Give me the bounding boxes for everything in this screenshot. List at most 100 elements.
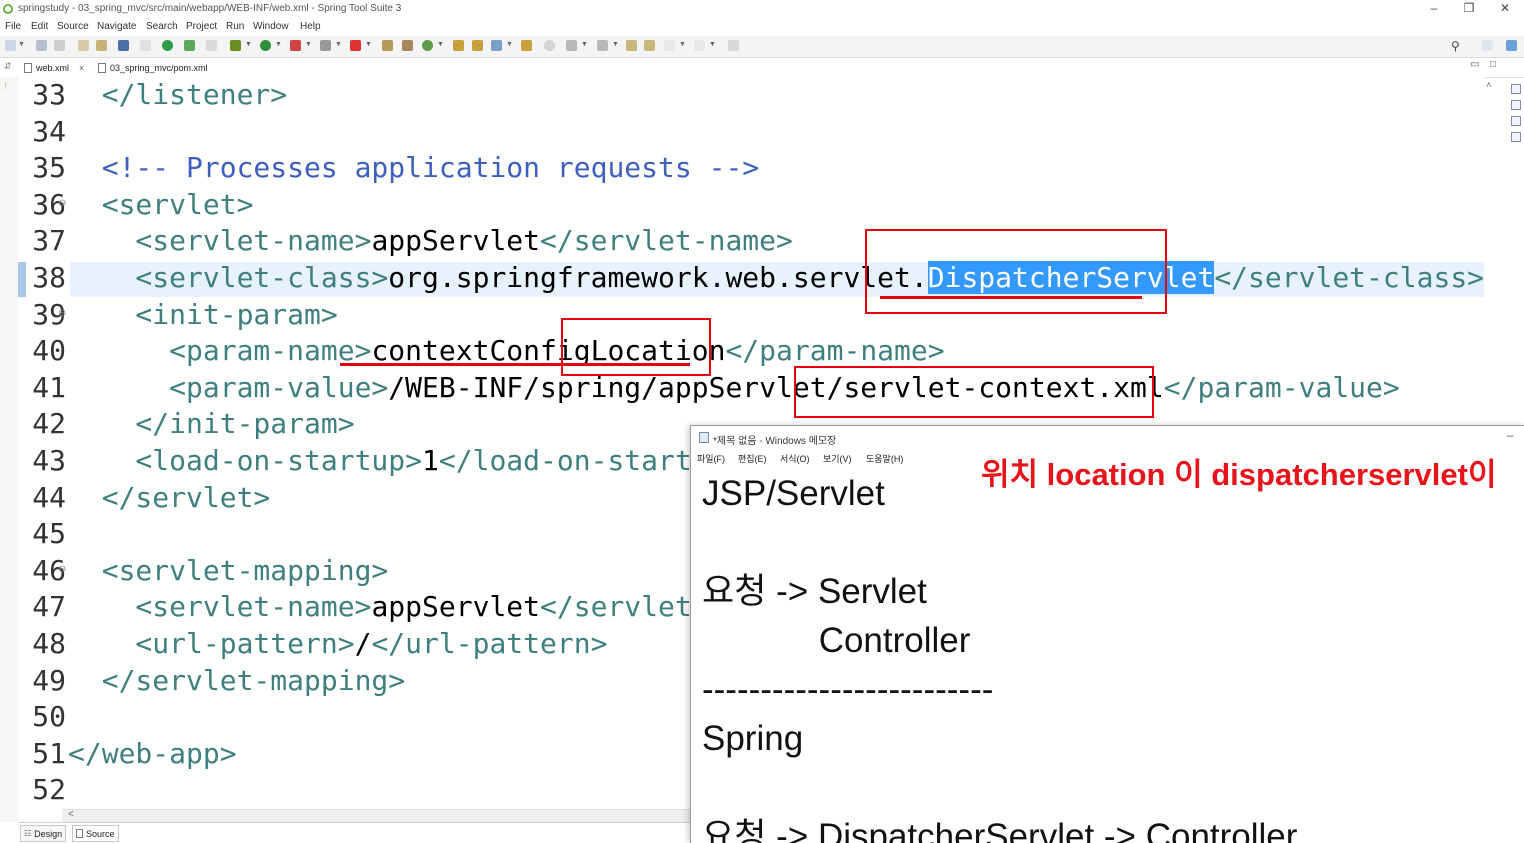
stop-icon[interactable] (320, 40, 331, 51)
back-icon[interactable] (664, 40, 675, 51)
tab-source[interactable]: Source (72, 825, 119, 842)
next-annotation-icon[interactable] (597, 40, 608, 51)
notepad-window[interactable]: *제목 없음 - Windows 메모장 – 파일(F) 편집(E) 서식(O)… (690, 425, 1524, 843)
forward-icon[interactable] (694, 40, 705, 51)
notepad-menu-view[interactable]: 보기(V) (823, 452, 852, 465)
new-class-icon[interactable] (402, 40, 413, 51)
pin-editor-icon[interactable] (728, 40, 739, 51)
search-tool-dropdown-icon[interactable]: ▼ (506, 41, 513, 48)
new-spring-dropdown-icon[interactable]: ▼ (437, 41, 444, 48)
start-server-icon[interactable] (162, 40, 173, 51)
back-dropdown-icon[interactable]: ▼ (679, 41, 686, 48)
external-tools-icon[interactable] (290, 40, 301, 51)
console-icon[interactable] (118, 40, 129, 51)
fold-toggle-icon[interactable]: ⊖ (58, 308, 66, 319)
last-edit-icon[interactable] (626, 40, 637, 51)
xml-tag: <servlet> (68, 187, 254, 221)
forward-edit-icon[interactable] (644, 40, 655, 51)
code-line: 37 <servlet-name>appServlet</servlet-nam… (18, 223, 793, 259)
horizontal-scrollbar[interactable]: ˂ (62, 809, 690, 822)
xml-tag: </param-value> (1163, 370, 1400, 404)
tab-design[interactable]: ☷ Design (20, 825, 67, 842)
refresh-server-icon[interactable] (184, 40, 195, 51)
save-all-icon[interactable] (54, 40, 65, 51)
new-dropdown-icon[interactable]: ▼ (18, 41, 25, 48)
forward-dropdown-icon[interactable]: ▼ (709, 41, 716, 48)
web-browser-icon[interactable] (544, 40, 555, 51)
pin-icon: ⇵ (4, 61, 12, 71)
menu-navigate[interactable]: Navigate (97, 21, 136, 32)
line-number: 44 (32, 480, 66, 514)
spring-icon[interactable] (206, 40, 217, 51)
outline-icon[interactable] (1511, 100, 1521, 110)
scroll-up-icon[interactable]: ˄ (1486, 80, 1492, 91)
notepad-menu-help[interactable]: 도움말(H) (866, 452, 903, 465)
menu-help[interactable]: Help (300, 21, 321, 32)
fold-toggle-icon[interactable]: ⊖ (58, 198, 66, 209)
code-text: appServlet (371, 590, 541, 624)
menu-edit[interactable]: Edit (31, 21, 48, 32)
xml-tag: </init-param> (68, 407, 355, 441)
minimize-editor-icon[interactable]: ▭ (1470, 59, 1479, 70)
fold-toggle-icon[interactable]: ⊖ (58, 564, 66, 575)
line-number: 50 (32, 700, 66, 734)
java-ee-perspective-icon[interactable] (1506, 40, 1517, 51)
properties-icon[interactable] (96, 40, 107, 51)
notepad-menu-file[interactable]: 파일(F) (697, 452, 725, 465)
scroll-left-icon[interactable]: ˂ (68, 809, 74, 820)
open-type-icon[interactable] (453, 40, 464, 51)
skip-breakpoints-icon[interactable] (140, 40, 151, 51)
minimize-button[interactable]: – (1424, 1, 1444, 15)
notepad-menu-format[interactable]: 서식(O) (780, 452, 810, 465)
search-icon[interactable]: ⚲ (1451, 39, 1460, 53)
restore-button[interactable]: ❐ (1459, 1, 1479, 15)
menu-project[interactable]: Project (186, 21, 217, 32)
open-folder-icon[interactable] (521, 40, 532, 51)
deploy-icon[interactable] (350, 40, 361, 51)
notepad-minimize-button[interactable]: – (1507, 428, 1514, 442)
spring-explorer-icon[interactable] (1511, 116, 1521, 126)
xml-tag: <load-on-startup> (68, 444, 423, 477)
menu-window[interactable]: Window (253, 21, 289, 32)
code-line: 34 (18, 114, 68, 150)
new-spring-icon[interactable] (422, 40, 433, 51)
debug-dropdown-icon[interactable]: ▼ (245, 41, 252, 48)
search-tool-icon[interactable] (491, 40, 502, 51)
external-tools-dropdown-icon[interactable]: ▼ (305, 41, 312, 48)
tab-web-xml[interactable]: web.xml × (24, 60, 84, 76)
xml-tag: <param-value> (68, 370, 389, 404)
open-task-icon[interactable] (472, 40, 483, 51)
open-perspective-icon[interactable] (1482, 40, 1493, 51)
run-dropdown-icon[interactable]: ▼ (275, 41, 282, 48)
menu-source[interactable]: Source (57, 21, 89, 32)
annotation-icon[interactable] (566, 40, 577, 51)
new-package-icon[interactable] (382, 40, 393, 51)
menu-file[interactable]: File (5, 21, 21, 32)
menu-run[interactable]: Run (226, 21, 244, 32)
menu-search[interactable]: Search (146, 21, 178, 32)
markers-icon[interactable] (1511, 132, 1521, 142)
annotation-dropdown-icon[interactable]: ▼ (581, 41, 588, 48)
print-icon[interactable] (78, 40, 89, 51)
stop-dropdown-icon[interactable]: ▼ (335, 41, 342, 48)
xml-tag: </servlet-name> (540, 224, 793, 258)
deploy-dropdown-icon[interactable]: ▼ (365, 41, 372, 48)
right-trim-bar (1508, 58, 1524, 158)
save-icon[interactable] (36, 40, 47, 51)
maximize-editor-icon[interactable]: □ (1490, 59, 1496, 70)
menu-bar: File Edit Source Navigate Search Project… (0, 19, 1524, 35)
notepad-text-area[interactable]: JSP/Servlet 요청 -> Servlet Controller ---… (691, 466, 1524, 843)
task-list-icon[interactable] (1511, 84, 1521, 94)
notepad-menu-edit[interactable]: 편집(E) (738, 452, 767, 465)
tab-pom-xml[interactable]: 03_spring_mvc/pom.xml (98, 60, 208, 76)
code-line: 50 (18, 699, 68, 735)
window-title: springstudy - 03_spring_mvc/src/main/web… (18, 3, 402, 14)
next-annotation-dropdown-icon[interactable]: ▼ (612, 41, 619, 48)
tab-design-label: Design (34, 828, 63, 839)
new-icon[interactable] (5, 40, 16, 51)
line-number: 49 (32, 663, 66, 697)
close-window-button[interactable]: ✕ (1495, 1, 1515, 15)
close-tab-icon[interactable]: × (79, 63, 84, 73)
run-icon[interactable] (260, 40, 271, 51)
debug-icon[interactable] (230, 40, 241, 51)
